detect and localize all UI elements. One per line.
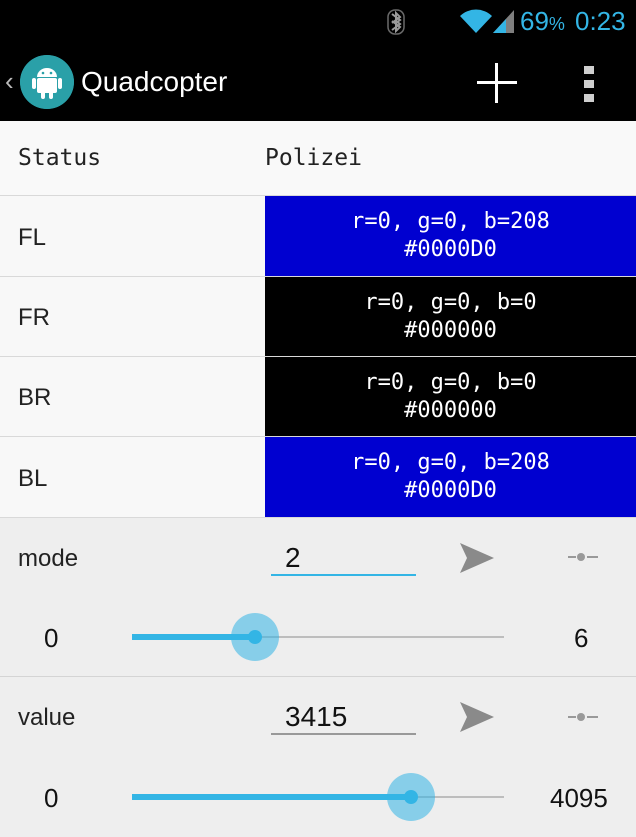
led-row-br: BR r=0, g=0, b=0 #000000 [0, 357, 636, 437]
bluetooth-icon [387, 9, 405, 35]
led-row-bl: BL r=0, g=0, b=208 #0000D0 [0, 437, 636, 518]
status-bar: 69% 0:23 [0, 0, 636, 44]
status-label: Status [18, 145, 102, 171]
led-color-swatch[interactable]: r=0, g=0, b=208 #0000D0 [265, 437, 636, 517]
clock: 0:23 [575, 6, 626, 36]
value-label: value [18, 704, 76, 731]
wifi-icon [460, 9, 492, 33]
mode-slider[interactable] [132, 613, 504, 661]
led-rgb-text: r=0, g=0, b=208 [351, 450, 550, 475]
led-hex-text: #0000D0 [404, 478, 497, 503]
value-slider[interactable] [132, 773, 504, 821]
led-hex-text: #000000 [404, 318, 497, 343]
led-color-swatch[interactable]: r=0, g=0, b=0 #000000 [265, 277, 636, 356]
android-logo-icon[interactable] [20, 55, 74, 109]
mode-min-value: 0 [44, 623, 59, 653]
overflow-menu-icon[interactable] [583, 62, 595, 106]
led-row-fl: FL r=0, g=0, b=208 #0000D0 [0, 196, 636, 277]
led-rgb-text: r=0, g=0, b=0 [364, 290, 537, 315]
led-label: BR [18, 384, 52, 411]
battery-level: 69% [520, 6, 565, 36]
up-arrow-icon[interactable]: ‹ [5, 66, 14, 97]
led-row-fr: FR r=0, g=0, b=0 #000000 [0, 277, 636, 357]
led-color-swatch[interactable]: r=0, g=0, b=0 #000000 [265, 357, 636, 436]
value-min-value: 0 [44, 783, 59, 813]
value-slider-fill [132, 794, 411, 800]
slider-icon[interactable] [566, 550, 600, 564]
led-hex-text: #000000 [404, 398, 497, 423]
led-label: BL [18, 465, 48, 492]
send-icon[interactable] [458, 699, 496, 735]
mode-control: mode 2 0 6 [0, 518, 636, 677]
mode-max-value: 6 [574, 623, 589, 653]
mode-label: mode [18, 545, 79, 572]
slider-icon[interactable] [566, 710, 600, 724]
led-hex-text: #0000D0 [404, 237, 497, 262]
mode-input[interactable]: 2 [271, 540, 416, 576]
status-value: Polizei [265, 145, 362, 171]
led-rgb-text: r=0, g=0, b=208 [351, 209, 550, 234]
value-slider-thumb[interactable] [387, 773, 435, 821]
led-label: FR [18, 304, 50, 331]
value-max-value: 4095 [550, 783, 608, 813]
value-input[interactable]: 3415 [271, 699, 416, 735]
send-icon[interactable] [458, 540, 496, 576]
led-rgb-text: r=0, g=0, b=0 [364, 370, 537, 395]
led-label: FL [18, 224, 47, 251]
value-control: value 3415 0 4095 [0, 677, 636, 837]
signal-icon [493, 10, 514, 33]
led-color-swatch[interactable]: r=0, g=0, b=208 #0000D0 [265, 196, 636, 276]
app-title: Quadcopter [81, 66, 228, 97]
status-row: Status Polizei [0, 121, 636, 196]
add-icon[interactable] [474, 60, 520, 106]
action-bar: ‹ Quadcopter [0, 44, 636, 121]
mode-slider-thumb[interactable] [231, 613, 279, 661]
